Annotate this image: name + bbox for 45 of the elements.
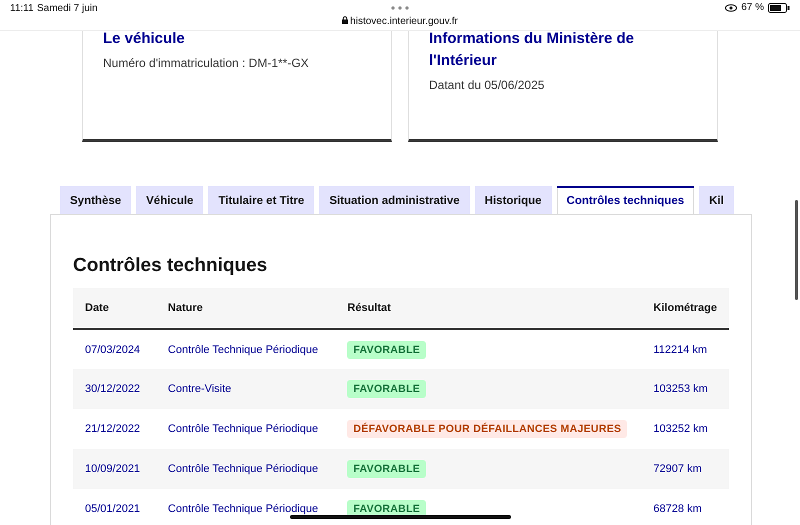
card-title[interactable]: Informations du Ministère de l'Intérieur bbox=[429, 28, 697, 72]
status-date: Samedi 7 juin bbox=[37, 3, 98, 14]
column-header: Résultat bbox=[335, 288, 642, 329]
section-title: Contrôles techniques bbox=[73, 255, 268, 277]
result-badge: FAVORABLE bbox=[347, 340, 426, 358]
mileage-cell: 68728 km bbox=[641, 489, 729, 525]
mileage-cell: 72907 km bbox=[641, 449, 729, 489]
result-badge: FAVORABLE bbox=[347, 380, 426, 398]
tab[interactable]: Contrôles techniques bbox=[556, 186, 694, 214]
date-cell: 05/01/2021 bbox=[73, 489, 156, 525]
card-text: Numéro d'immatriculation : DM-1**-GX bbox=[103, 56, 310, 70]
card-title[interactable]: Le véhicule bbox=[103, 28, 371, 50]
nature-cell: Contrôle Technique Périodique bbox=[156, 409, 336, 449]
eye-icon bbox=[725, 4, 738, 12]
url-text[interactable]: histovec.interieur.gouv.fr bbox=[350, 16, 458, 27]
home-indicator[interactable] bbox=[290, 515, 511, 519]
column-header: Nature bbox=[156, 288, 336, 329]
card-text: Datant du 05/06/2025 bbox=[429, 78, 546, 92]
tab[interactable]: Synthèse bbox=[60, 186, 132, 214]
nature-cell: Contrôle Technique Périodique bbox=[156, 449, 336, 489]
column-header: Date bbox=[73, 288, 156, 329]
tab[interactable]: Kil bbox=[699, 186, 734, 214]
tab[interactable]: Titulaire et Titre bbox=[208, 186, 314, 214]
scrollbar[interactable] bbox=[795, 200, 798, 300]
result-badge: FAVORABLE bbox=[347, 460, 426, 478]
status-time: 11:11 bbox=[10, 3, 34, 14]
nature-cell: Contrôle Technique Périodique bbox=[156, 329, 336, 369]
nature-cell: Contrôle Technique Périodique bbox=[156, 489, 336, 525]
result-badge: DÉFAVORABLE POUR DÉFAILLANCES MAJEURES bbox=[347, 420, 628, 438]
battery-icon bbox=[768, 2, 790, 12]
more-icon bbox=[391, 6, 409, 10]
battery-percent: 67 % bbox=[741, 2, 764, 13]
tab[interactable]: Historique bbox=[474, 186, 552, 214]
lock-icon bbox=[342, 16, 348, 24]
date-cell: 21/12/2022 bbox=[73, 409, 156, 449]
nature-cell: Contre-Visite bbox=[156, 369, 336, 409]
date-cell: 07/03/2024 bbox=[73, 329, 156, 369]
mileage-cell: 103253 km bbox=[641, 369, 729, 409]
date-cell: 10/09/2021 bbox=[73, 449, 156, 489]
column-header: Kilométrage bbox=[641, 288, 729, 329]
tab[interactable]: Situation administrative bbox=[319, 186, 470, 214]
date-cell: 30/12/2022 bbox=[73, 369, 156, 409]
tab[interactable]: Véhicule bbox=[136, 186, 204, 214]
mileage-cell: 112214 km bbox=[641, 329, 729, 369]
mileage-cell: 103252 km bbox=[641, 409, 729, 449]
